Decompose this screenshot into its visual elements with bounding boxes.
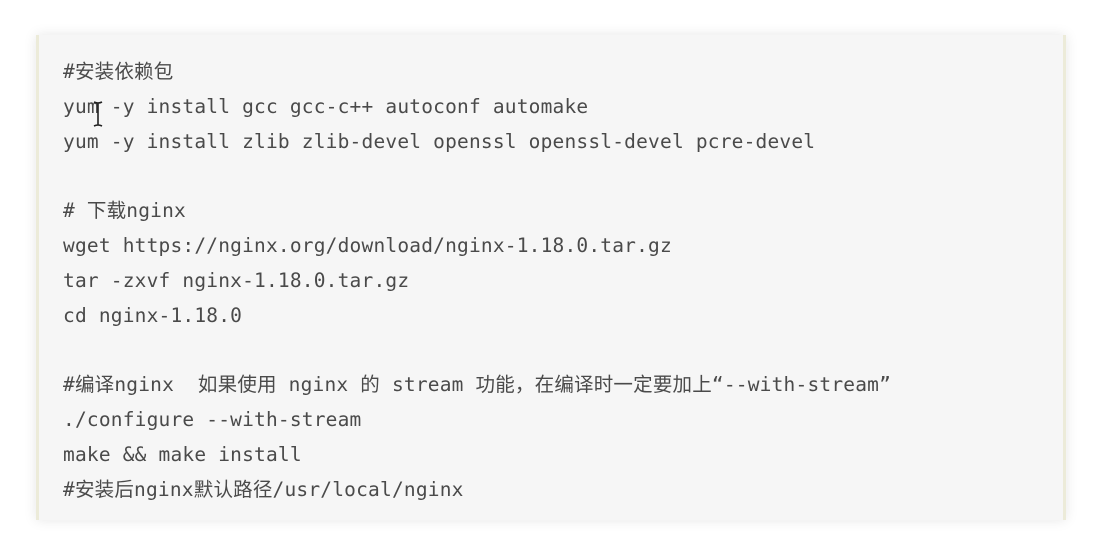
code-line-comment-install-path: #安装后nginx默认路径/usr/local/nginx bbox=[63, 477, 464, 501]
code-line-yum-install-libs: yum -y install zlib zlib-devel openssl o… bbox=[63, 129, 816, 153]
text-cursor-icon bbox=[93, 101, 103, 127]
code-block[interactable]: #安装依赖包 yum -y install gcc gcc-c++ autoco… bbox=[36, 35, 1066, 520]
code-line-make-install: make && make install bbox=[63, 442, 302, 466]
code-line-configure: ./configure --with-stream bbox=[63, 407, 362, 431]
code-line-blank bbox=[63, 333, 1053, 368]
code-line-blank bbox=[63, 159, 1053, 194]
code-line-comment-compile: #编译nginx 如果使用 nginx 的 stream 功能，在编译时一定要加… bbox=[63, 373, 892, 397]
code-line-comment-install-deps: #安装依赖包 bbox=[63, 60, 174, 83]
code-lines: #安装依赖包 yum -y install gcc gcc-c++ autoco… bbox=[63, 55, 1053, 507]
code-line-comment-download: # 下载nginx bbox=[63, 199, 186, 223]
code-line-tar: tar -zxvf nginx-1.18.0.tar.gz bbox=[63, 268, 410, 292]
code-line-cd: cd nginx-1.18.0 bbox=[63, 303, 243, 327]
code-line-wget: wget https://nginx.org/download/nginx-1.… bbox=[63, 233, 672, 257]
screenshot-stage: #安装依赖包 yum -y install gcc gcc-c++ autoco… bbox=[0, 0, 1102, 556]
code-line-yum-install-gcc: yum -y install gcc gcc-c++ autoconf auto… bbox=[63, 94, 589, 118]
